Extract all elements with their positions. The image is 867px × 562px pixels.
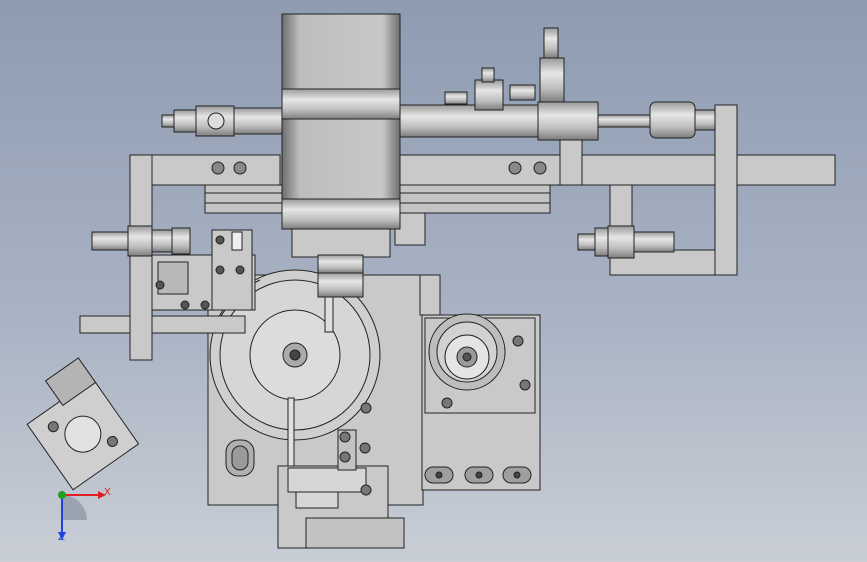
left-cylinder [91,225,191,257]
y-axis-dot [58,491,66,499]
stepper-motor [281,13,401,258]
coordinate-triad [58,491,106,540]
cad-viewport[interactable]: X Z [0,0,867,562]
angled-sensor [26,357,140,491]
pulley-plate [424,313,536,414]
z-axis-label: Z [58,532,65,543]
mechanism-drawing [26,13,836,549]
pneumatic-cylinder [161,27,716,141]
arm-bar [79,315,246,334]
x-axis-label: X [104,487,111,498]
mounting-slots [424,466,532,484]
